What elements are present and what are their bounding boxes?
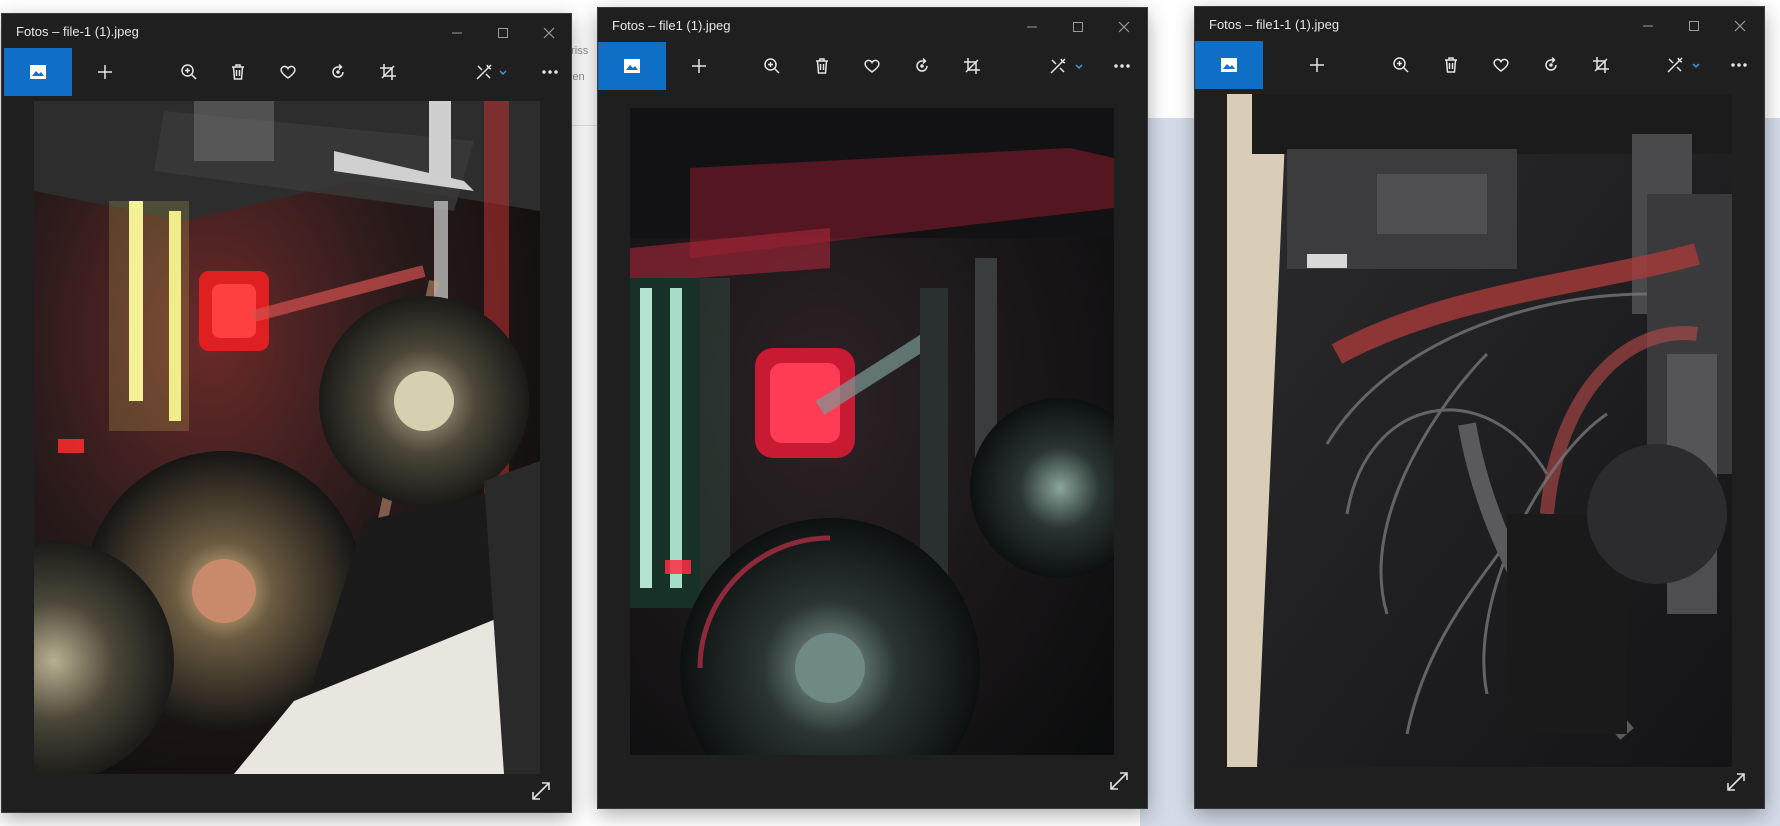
- crop-button[interactable]: [950, 42, 994, 90]
- close-icon: [1118, 21, 1130, 33]
- edit-icon: [1667, 57, 1683, 73]
- edit-button[interactable]: [1653, 41, 1697, 89]
- crop-button[interactable]: [366, 48, 410, 96]
- photos-window-2: Fotos – file1 (1).jpeg: [598, 8, 1147, 808]
- close-icon: [1734, 20, 1746, 32]
- title-bar[interactable]: Fotos – file1-1 (1).jpeg: [1195, 7, 1764, 41]
- maximize-icon: [498, 28, 508, 39]
- toolbar: [1195, 41, 1764, 89]
- gallery-icon: [624, 59, 640, 73]
- chevron-down-icon[interactable]: [1692, 63, 1700, 69]
- more-button[interactable]: [1100, 42, 1144, 90]
- delete-button[interactable]: [1429, 41, 1473, 89]
- photo-viewer[interactable]: [630, 108, 1114, 755]
- zoom-icon: [764, 58, 780, 74]
- zoom-icon: [1393, 57, 1409, 73]
- more-button[interactable]: [528, 48, 571, 96]
- window-title: Fotos – file-1 (1).jpeg: [16, 24, 139, 39]
- more-button[interactable]: [1717, 41, 1761, 89]
- favorite-icon: [1493, 58, 1509, 72]
- favorite-button[interactable]: [850, 42, 894, 90]
- rotate-button[interactable]: [900, 42, 944, 90]
- photo-image: [1227, 94, 1732, 767]
- gallery-button[interactable]: [4, 48, 72, 96]
- favorite-button[interactable]: [1479, 41, 1523, 89]
- crop-button[interactable]: [1579, 41, 1623, 89]
- add-button[interactable]: [1295, 41, 1339, 89]
- add-button[interactable]: [83, 48, 127, 96]
- gallery-icon: [1221, 58, 1237, 72]
- delete-icon: [816, 58, 828, 74]
- add-icon: [1310, 58, 1324, 72]
- close-button[interactable]: [529, 18, 569, 46]
- fullscreen-button[interactable]: [1108, 770, 1130, 792]
- add-button[interactable]: [677, 42, 721, 90]
- more-icon: [542, 70, 558, 74]
- fullscreen-button[interactable]: [530, 780, 552, 802]
- delete-icon: [1445, 57, 1457, 73]
- chevron-down-icon[interactable]: [499, 70, 507, 76]
- zoom-button[interactable]: [1379, 41, 1423, 89]
- minimize-icon: [1643, 25, 1653, 27]
- edit-button[interactable]: [1036, 42, 1080, 90]
- add-icon: [692, 59, 706, 73]
- crop-icon: [964, 58, 980, 74]
- maximize-icon: [1689, 21, 1699, 32]
- maximize-button[interactable]: [1058, 12, 1098, 40]
- rotate-icon: [916, 57, 928, 72]
- photo-image: [34, 101, 540, 774]
- edit-icon: [1050, 58, 1066, 74]
- favorite-button[interactable]: [266, 48, 310, 96]
- photo-viewer[interactable]: [34, 101, 540, 774]
- crop-icon: [380, 64, 396, 80]
- edit-icon: [476, 64, 492, 80]
- window-title: Fotos – file1 (1).jpeg: [612, 18, 731, 33]
- rotate-button[interactable]: [1529, 41, 1573, 89]
- close-button[interactable]: [1720, 11, 1760, 39]
- delete-button[interactable]: [800, 42, 844, 90]
- title-bar[interactable]: Fotos – file1 (1).jpeg: [598, 8, 1147, 42]
- expand-icon: [1727, 773, 1745, 791]
- toolbar: [598, 42, 1147, 90]
- minimize-button[interactable]: [1628, 11, 1668, 39]
- close-icon: [543, 27, 555, 39]
- minimize-button[interactable]: [1012, 12, 1052, 40]
- photos-window-3: Fotos – file1-1 (1).jpeg: [1195, 7, 1764, 808]
- close-button[interactable]: [1104, 12, 1144, 40]
- delete-icon: [232, 64, 244, 80]
- favorite-icon: [864, 59, 880, 73]
- minimize-icon: [452, 32, 462, 34]
- photo-viewer[interactable]: [1227, 94, 1732, 767]
- more-icon: [1114, 64, 1130, 68]
- maximize-icon: [1073, 22, 1083, 33]
- expand-icon: [1110, 772, 1128, 790]
- chevron-down-icon[interactable]: [1075, 64, 1083, 70]
- minimize-icon: [1027, 26, 1037, 28]
- add-icon: [98, 65, 112, 79]
- expand-icon: [532, 782, 550, 800]
- maximize-button[interactable]: [1674, 11, 1714, 39]
- gallery-button[interactable]: [1195, 41, 1263, 89]
- zoom-icon: [181, 64, 197, 80]
- crop-icon: [1593, 57, 1609, 73]
- favorite-icon: [280, 65, 296, 79]
- zoom-button[interactable]: [750, 42, 794, 90]
- delete-button[interactable]: [216, 48, 260, 96]
- rotate-button[interactable]: [316, 48, 360, 96]
- maximize-button[interactable]: [483, 18, 523, 46]
- photos-window-1: Fotos – file-1 (1).jpeg: [2, 14, 571, 812]
- fullscreen-button[interactable]: [1725, 771, 1747, 793]
- title-bar[interactable]: Fotos – file-1 (1).jpeg: [2, 14, 571, 48]
- gallery-button[interactable]: [598, 42, 666, 90]
- rotate-icon: [1545, 56, 1557, 71]
- photo-image: [630, 108, 1114, 755]
- gallery-icon: [30, 65, 46, 79]
- toolbar: [2, 48, 571, 96]
- rotate-icon: [332, 63, 344, 78]
- more-icon: [1731, 63, 1747, 67]
- zoom-button[interactable]: [167, 48, 211, 96]
- minimize-button[interactable]: [437, 18, 477, 46]
- window-title: Fotos – file1-1 (1).jpeg: [1209, 17, 1340, 32]
